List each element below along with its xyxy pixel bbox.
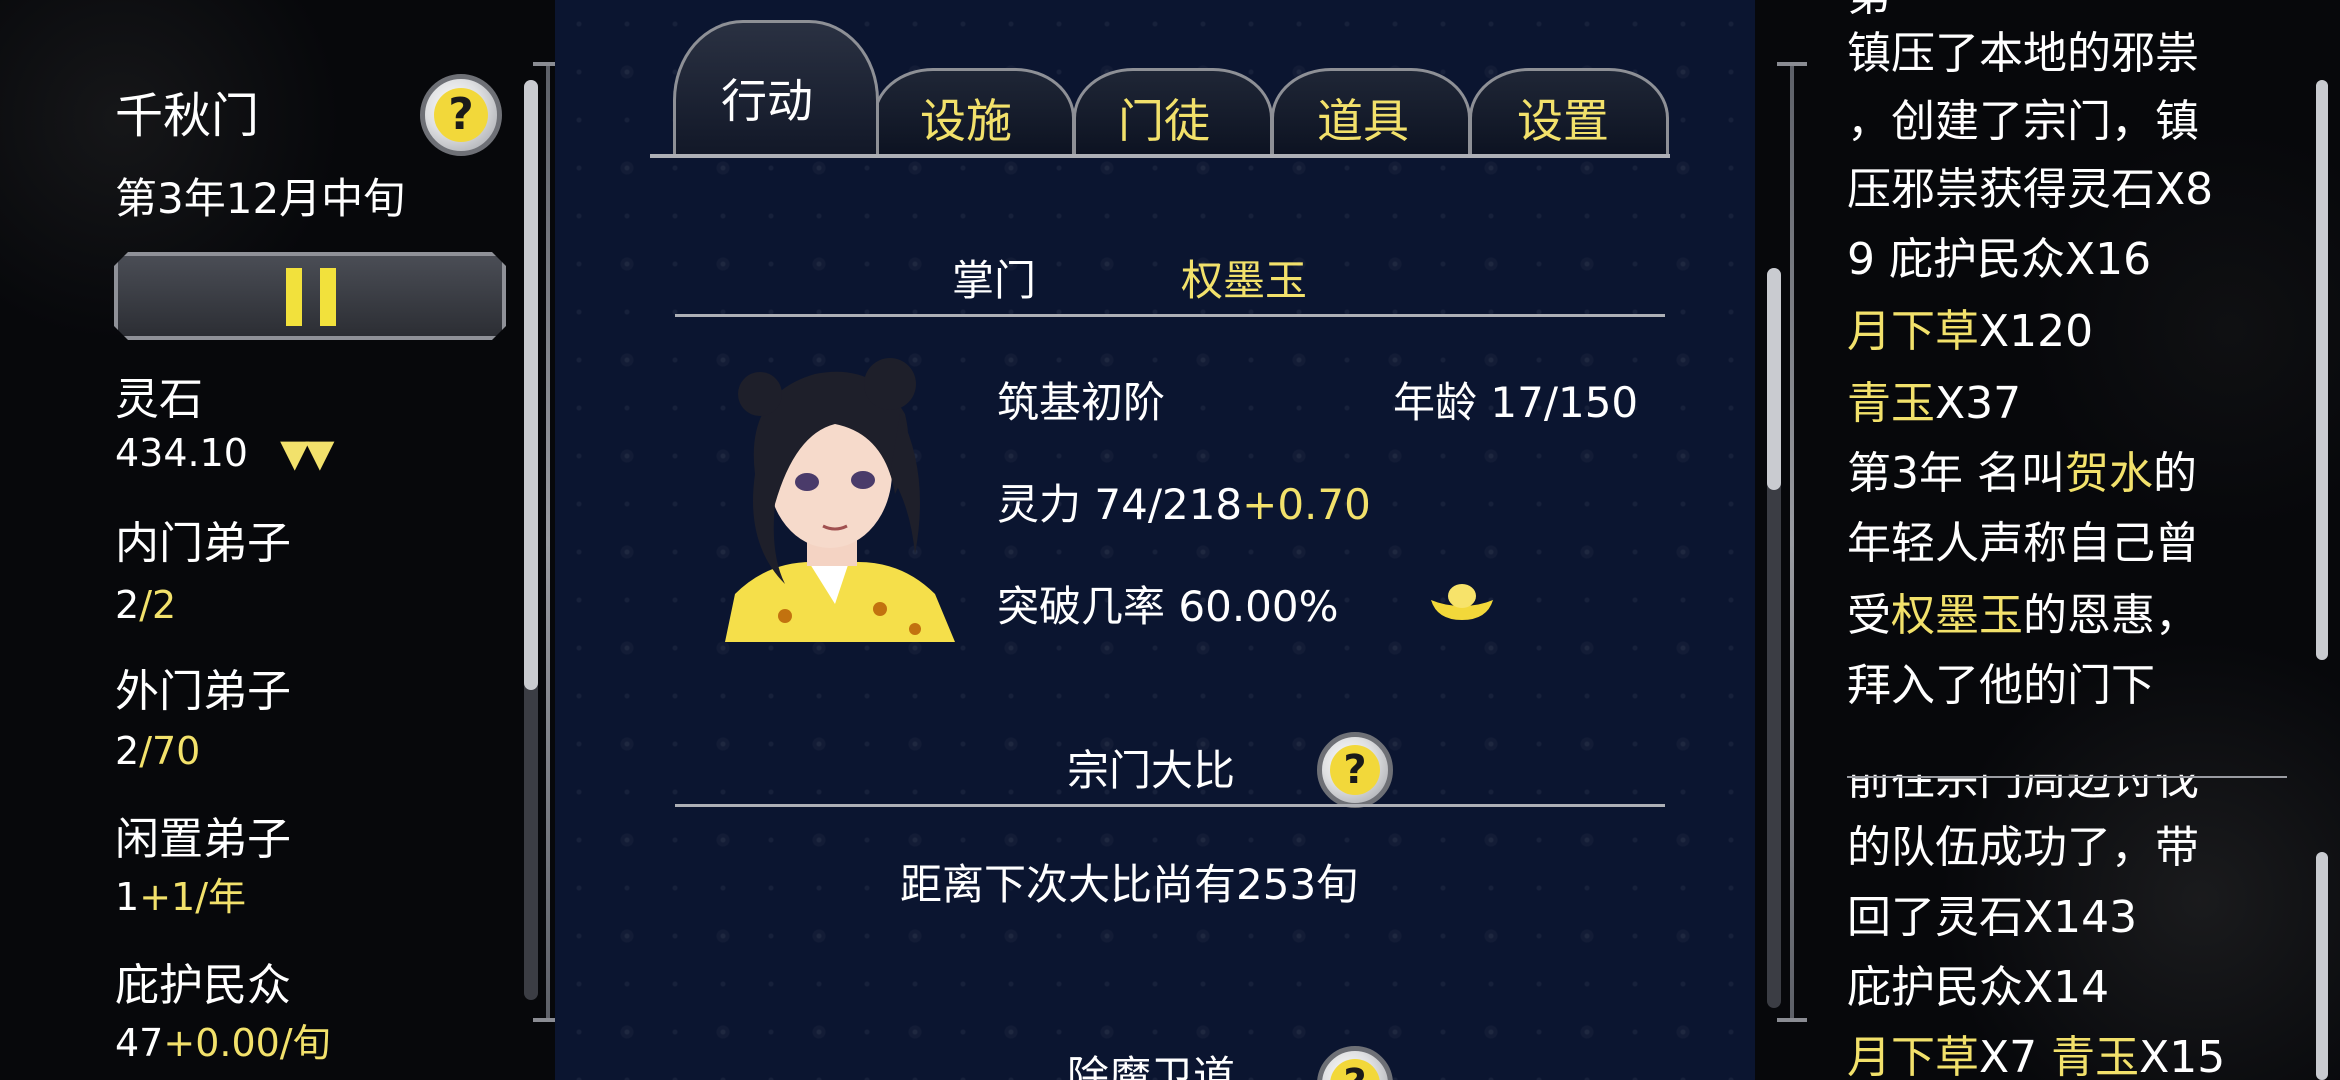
log-text: 年轻人声称自己曾: [1847, 518, 2199, 569]
log-line: 镇压了本地的邪祟: [1847, 32, 2199, 76]
left-scroll-thumb[interactable]: [524, 80, 538, 690]
idle-disciples-value: 1+1/年: [115, 875, 247, 919]
log-text: 受: [1847, 590, 1891, 641]
leader-realm: 筑基初阶: [997, 378, 1166, 427]
tab-settings[interactable]: 设置: [1517, 98, 1609, 144]
spirit-stone-value: 434.10 ▼▼: [115, 431, 335, 475]
log-separator: [1847, 776, 2287, 778]
left-scrollbar[interactable]: [524, 80, 538, 1000]
competition-help-button[interactable]: ?: [1317, 732, 1393, 808]
question-mark-icon: ?: [1330, 745, 1380, 795]
log-scroll-thumb-top[interactable]: [2316, 80, 2328, 660]
log-text: X37: [1935, 378, 2022, 429]
leader-portrait[interactable]: [715, 354, 955, 642]
log-scrollbar-top[interactable]: [2316, 80, 2328, 660]
log-scrollbar-bottom[interactable]: [2316, 852, 2328, 1080]
log-line: 回了灵石X143: [1847, 896, 2137, 940]
log-line: 青玉X37: [1847, 382, 2021, 426]
sect-help-button[interactable]: ?: [420, 74, 502, 156]
log-line: 月下草X120: [1847, 310, 2093, 354]
demon-section-title: 除魔卫道: [1067, 1052, 1236, 1080]
log-line: 第3年 名叫贺水的: [1847, 452, 2197, 496]
log-text: 回了灵石X143: [1847, 892, 2138, 943]
log-line: 年轻人声称自己曾: [1847, 522, 2199, 566]
right-rail: [1790, 62, 1794, 1022]
log-highlight-text: 青玉: [2051, 1032, 2140, 1080]
game-screen: 千秋门 ? 第3年12月中旬 灵石 434.10 ▼▼ 内门弟子 2/2 外门弟…: [0, 0, 2340, 1080]
trend-down-icon: ▼▼: [280, 431, 334, 475]
spirit-stone-label: 灵石: [115, 374, 203, 425]
log-text: 的队伍成功了，带: [1847, 822, 2199, 873]
protected-people-value: 47+0.00/旬: [115, 1021, 331, 1065]
log-text: 压邪祟获得灵石X8: [1847, 164, 2214, 215]
question-mark-icon: ?: [1330, 1059, 1380, 1080]
competition-title: 宗门大比: [1067, 746, 1236, 795]
sect-name: 千秋门: [115, 88, 260, 144]
log-text: X7: [1979, 1032, 2052, 1080]
competition-countdown: 距离下次大比尚有253旬: [900, 860, 1359, 909]
log-text: 的: [2152, 448, 2197, 499]
log-line: ，创建了宗门，镇: [1847, 100, 2199, 144]
pause-button[interactable]: [114, 252, 506, 340]
leader-age: 年龄 17/150: [1393, 378, 1639, 427]
log-line: 拜入了他的门下: [1847, 664, 2155, 708]
game-date: 第3年12月中旬: [115, 174, 406, 223]
log-line: 9 庇护民众X16: [1847, 238, 2151, 282]
log-line: 受权墨玉的恩惠，: [1847, 594, 2199, 638]
tab-items[interactable]: 道具: [1317, 98, 1409, 144]
left-rail: [546, 62, 550, 1022]
log-scroll-thumb-bottom[interactable]: [2316, 852, 2328, 1080]
log-line: 庇护民众X14: [1847, 966, 2109, 1010]
outer-disciples-value: 2/70: [115, 729, 201, 773]
log-text: 9 庇护民众X16: [1847, 234, 2152, 285]
main-panel: 行动 设施 门徒 道具 设置 掌门 权墨玉 筑基初阶 年龄 17/150 灵力 …: [555, 0, 1755, 1080]
log-text: 庇护民众X14: [1847, 962, 2110, 1013]
gold-ingot-icon[interactable]: [1427, 576, 1497, 626]
tab-disciples[interactable]: 门徒: [1118, 98, 1210, 144]
leader-spirit-power: 灵力 74/218+0.70: [997, 480, 1371, 529]
log-highlight-text: 青玉: [1847, 378, 1935, 429]
inner-disciples-value: 2/2: [115, 583, 177, 627]
idle-disciples-label: 闲置弟子: [115, 814, 291, 865]
tab-baseline: [650, 154, 1670, 158]
log-highlight-text: 月下草: [1847, 306, 1979, 357]
leader-title: 掌门: [952, 256, 1037, 305]
log-text: X120: [1979, 306, 2094, 357]
outer-disciples-label: 外门弟子: [115, 666, 291, 717]
leader-portrait-image: [725, 358, 955, 642]
log-text: 镇压了本地的邪祟: [1847, 28, 2199, 79]
log-text: X15: [2139, 1032, 2226, 1080]
center-scrollbar[interactable]: [1767, 268, 1781, 1008]
log-highlight-text: 贺水: [2064, 448, 2153, 499]
demon-section-help-button[interactable]: ?: [1317, 1046, 1393, 1080]
question-mark-icon: ?: [434, 88, 488, 142]
log-text: 第3年 名叫: [1847, 448, 2065, 499]
protected-people-label: 庇护民众: [115, 960, 291, 1011]
log-text: 拜入了他的门下: [1847, 660, 2155, 711]
inner-disciples-label: 内门弟子: [115, 518, 291, 569]
tab-actions[interactable]: 行动: [721, 78, 813, 124]
log-text: ，创建了宗门，镇: [1847, 96, 2199, 147]
center-scroll-thumb[interactable]: [1767, 268, 1781, 490]
leader-name[interactable]: 权墨玉: [1181, 260, 1307, 302]
log-line: 前往宗门周边讨伐: [1847, 775, 2199, 802]
log-text: 前往宗门周边讨伐: [1847, 754, 2199, 805]
tab-facilities[interactable]: 设施: [920, 98, 1012, 144]
log-text: 的恩惠，: [2023, 590, 2199, 641]
log-line: 压邪祟获得灵石X8: [1847, 168, 2213, 212]
pause-icon: [286, 268, 302, 326]
log-highlight-text: 权墨玉: [1891, 590, 2023, 641]
log-line: 月下草X7 青玉X15: [1847, 1036, 2225, 1080]
leader-breakthrough: 突破几率 60.00%: [997, 582, 1339, 631]
log-line: 第: [1847, 0, 1891, 18]
log-highlight-text: 月下草: [1847, 1032, 1979, 1080]
log-line: 的队伍成功了，带: [1847, 826, 2199, 870]
